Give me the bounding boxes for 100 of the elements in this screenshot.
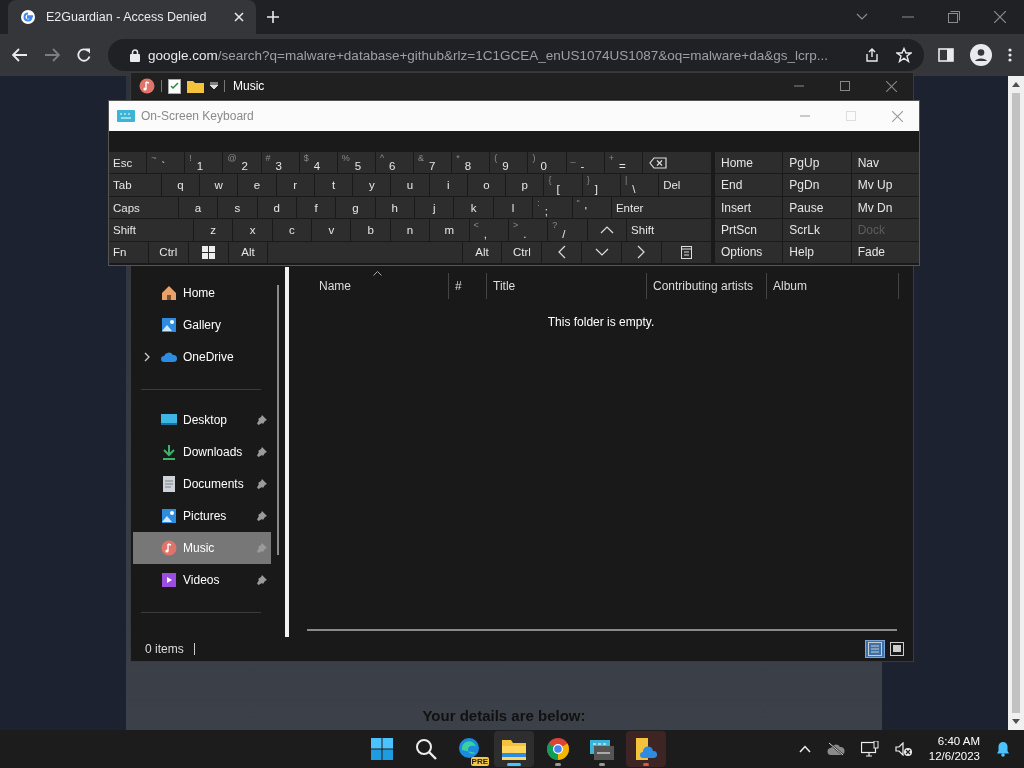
key[interactable]: @ 2	[223, 152, 261, 174]
key[interactable]: " '	[572, 196, 611, 219]
key[interactable]: ScrLk	[783, 219, 851, 241]
key[interactable]	[661, 241, 711, 264]
key[interactable]: % 5	[337, 152, 375, 174]
key[interactable]: Home	[715, 152, 783, 174]
new-tab-icon[interactable]	[266, 10, 280, 24]
key[interactable]: o	[467, 174, 506, 196]
key[interactable]: s	[218, 196, 257, 219]
key[interactable]: ? /	[548, 219, 587, 241]
scroll-down-icon[interactable]	[1012, 719, 1020, 724]
restore-icon[interactable]	[948, 11, 960, 23]
key[interactable]: q	[161, 174, 200, 196]
key[interactable]: p	[506, 174, 544, 196]
key[interactable]: l	[493, 196, 533, 219]
nav-item[interactable]: Downloads	[133, 436, 271, 468]
taskbar-app[interactable]	[626, 731, 666, 767]
key[interactable]: Ctrl	[148, 241, 188, 264]
key[interactable]: d	[257, 196, 296, 219]
key[interactable]: j	[415, 196, 454, 219]
scrollbar[interactable]	[307, 629, 897, 631]
side-panel-icon[interactable]	[938, 47, 954, 63]
key[interactable]: ) 0	[528, 152, 566, 174]
key[interactable]: Caps	[109, 196, 178, 219]
key[interactable]: PgDn	[783, 174, 851, 196]
muted-speaker-icon[interactable]	[894, 742, 913, 756]
key[interactable]: t	[314, 174, 353, 196]
key[interactable]: | \	[620, 174, 659, 196]
folder-icon[interactable]	[187, 79, 204, 93]
key[interactable]: # 3	[261, 152, 299, 174]
key[interactable]: a	[178, 196, 218, 219]
chevron-down-icon[interactable]	[856, 13, 868, 21]
maximize-icon[interactable]	[840, 81, 850, 91]
key[interactable]: Esc	[109, 152, 147, 174]
key[interactable]: e	[238, 174, 276, 196]
key[interactable]: Enter	[611, 196, 711, 219]
key[interactable]: x	[233, 219, 272, 241]
dropdown-icon[interactable]	[210, 82, 218, 90]
key[interactable]: $ 4	[299, 152, 337, 174]
star-icon[interactable]	[896, 47, 912, 63]
clock[interactable]: 6:40 AM 12/6/2023	[928, 734, 980, 764]
scrollbar[interactable]	[277, 285, 279, 555]
column-header[interactable]: #	[449, 273, 487, 299]
key[interactable]: Mv Up	[851, 174, 919, 196]
nav-item[interactable]: Pictures	[133, 500, 271, 532]
close-icon[interactable]	[886, 80, 897, 92]
nav-item[interactable]: Documents	[133, 468, 271, 500]
reload-icon[interactable]	[76, 47, 92, 63]
key[interactable]: > .	[508, 219, 548, 241]
key[interactable]	[642, 152, 711, 174]
key[interactable]: + =	[604, 152, 642, 174]
key[interactable]: k	[454, 196, 493, 219]
scroll-up-icon[interactable]	[1012, 82, 1020, 87]
chevron-up-icon[interactable]	[798, 745, 811, 753]
key[interactable]: r	[276, 174, 314, 196]
key[interactable]: Alt	[228, 241, 268, 264]
nav-item[interactable]: Gallery	[133, 309, 271, 341]
key[interactable]: Shift	[627, 219, 711, 241]
menu-icon[interactable]	[1008, 48, 1012, 62]
cloud-off-icon[interactable]	[826, 742, 845, 756]
key[interactable]: f	[296, 196, 336, 219]
scrollbar[interactable]	[1008, 76, 1024, 730]
key[interactable]: n	[390, 219, 430, 241]
forward-icon[interactable]	[44, 48, 60, 62]
key[interactable]: Mv Dn	[851, 196, 919, 219]
column-header[interactable]: Album	[767, 273, 899, 299]
key[interactable]: Fade	[851, 241, 919, 264]
key[interactable]: m	[430, 219, 469, 241]
close-icon[interactable]	[994, 11, 1006, 23]
nav-item[interactable]: Home	[133, 277, 271, 309]
key[interactable]: Tab	[109, 174, 161, 196]
key[interactable]: < ,	[469, 219, 508, 241]
taskbar-app[interactable]	[494, 731, 534, 767]
key[interactable]: Nav	[851, 152, 919, 174]
share-icon[interactable]	[864, 47, 880, 63]
nav-item[interactable]: Music	[133, 532, 271, 564]
scrollbar-thumb[interactable]	[1012, 93, 1020, 713]
key[interactable]: Del	[659, 174, 711, 196]
bell-icon[interactable]	[996, 741, 1010, 757]
key[interactable]: } ]	[582, 174, 620, 196]
nav-item[interactable]: OneDrive	[133, 341, 271, 373]
key[interactable]: Insert	[715, 196, 783, 219]
key[interactable]: Options	[715, 241, 783, 264]
key[interactable]: h	[375, 196, 414, 219]
key[interactable]: u	[391, 174, 429, 196]
address-bar[interactable]: google.com/search?q=malware+database+github&rlz=1C1GCEA_enUS1074US1087&oq=malware+da&gs_lcrp...	[108, 39, 924, 71]
key[interactable]: Pause	[783, 196, 851, 219]
key[interactable]: { [	[544, 174, 582, 196]
chevron-right-icon[interactable]	[144, 352, 150, 362]
tiles-view-button[interactable]	[887, 640, 907, 658]
column-header[interactable]: Name	[317, 273, 449, 299]
key[interactable]: & 7	[414, 152, 452, 174]
key[interactable]: Help	[783, 241, 851, 264]
key[interactable]: z	[193, 219, 233, 241]
taskbar-app[interactable]: PRE	[450, 731, 490, 767]
back-icon[interactable]	[12, 48, 28, 62]
key[interactable]: g	[336, 196, 375, 219]
key[interactable]: ( 9	[490, 152, 528, 174]
nav-item[interactable]: Videos	[133, 564, 271, 596]
column-header[interactable]: Title	[487, 273, 647, 299]
